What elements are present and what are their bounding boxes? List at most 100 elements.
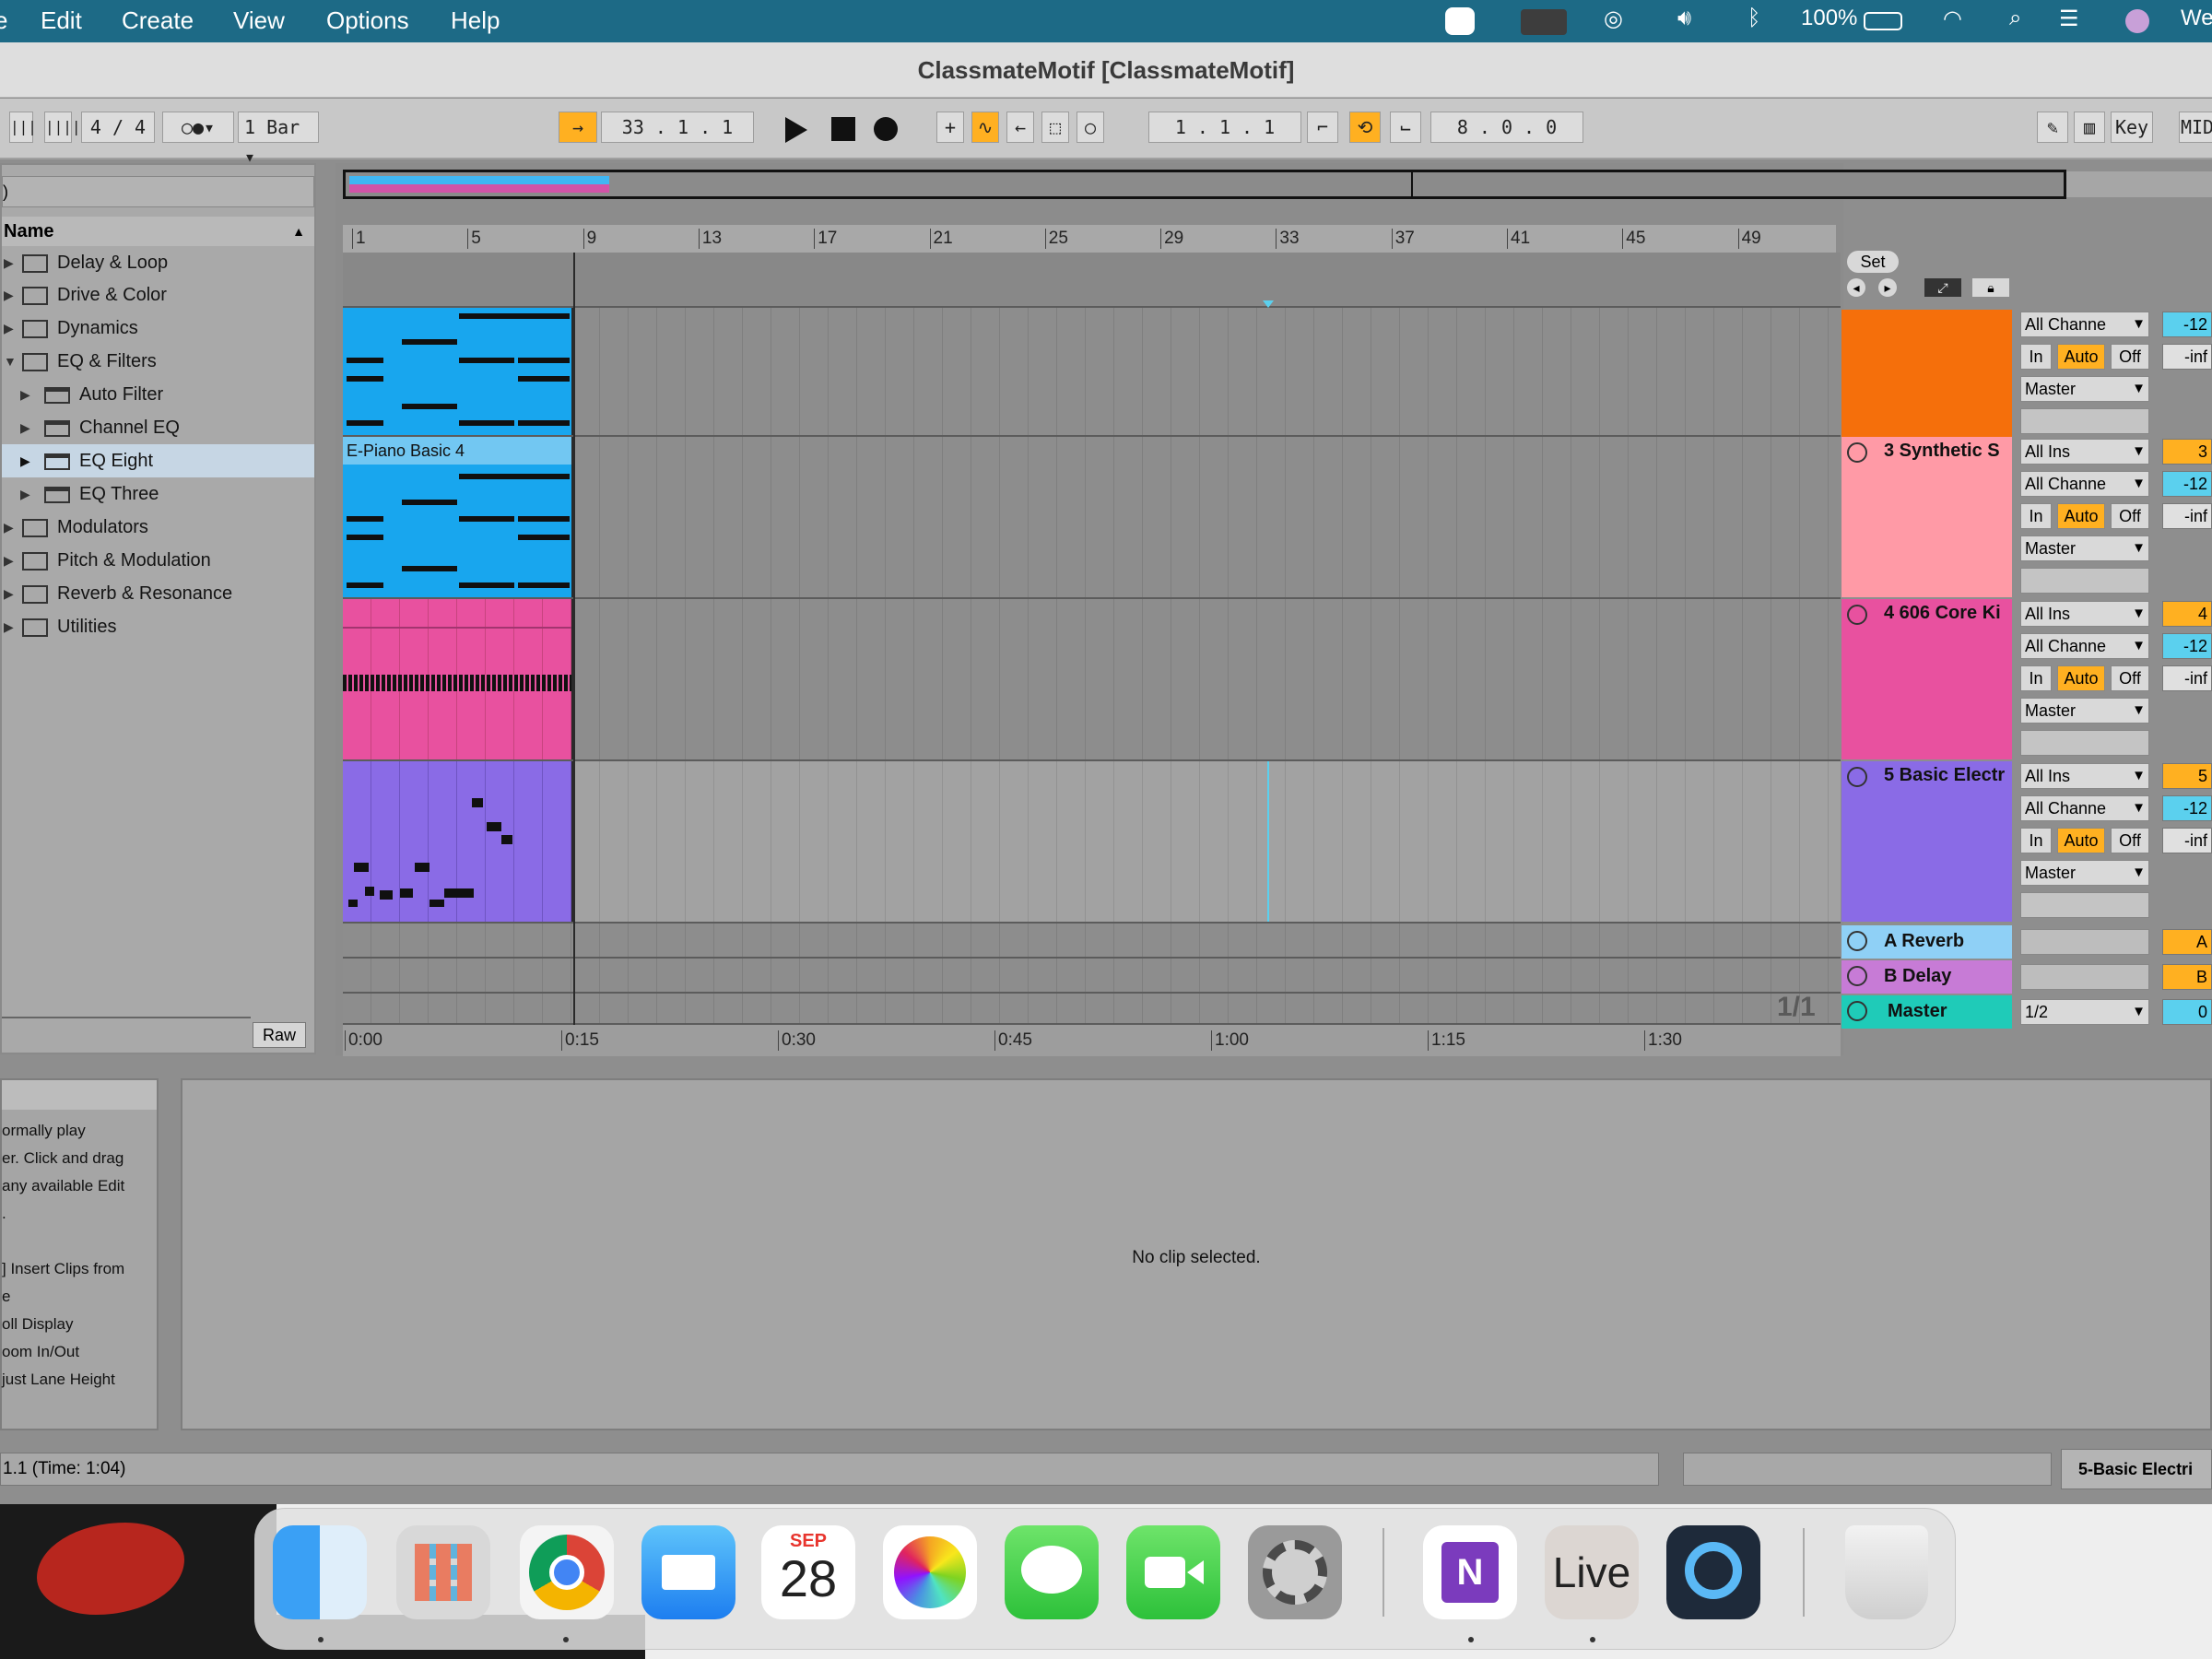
output-channel-menu[interactable]	[2020, 892, 2149, 918]
browser-search[interactable]: )	[2, 176, 314, 207]
record-button[interactable]	[874, 117, 898, 141]
monitor-in-button[interactable]: In	[2020, 503, 2052, 529]
output-channel-menu[interactable]	[2020, 730, 2149, 756]
quantize-menu[interactable]: 1 Bar ▾	[238, 112, 319, 168]
return-activator[interactable]: B	[2162, 964, 2212, 990]
fold-icon[interactable]	[1847, 767, 1867, 787]
time-signature[interactable]: 4 / 4	[81, 112, 155, 143]
beat-ruler[interactable]: 1 5 9 13 17 21 25 29 33 37 41 45 49	[343, 225, 1836, 253]
master-lane[interactable]: 1/1	[343, 992, 1841, 1025]
output-channel-menu[interactable]	[2020, 408, 2149, 434]
browser-item[interactable]: ▼ EQ & Filters	[2, 345, 314, 378]
calendar-icon[interactable]: SEP 28	[761, 1525, 855, 1619]
fold-icon[interactable]	[1847, 931, 1867, 951]
system-preferences-icon[interactable]	[1248, 1525, 1342, 1619]
browser-item[interactable]: ▶ Pitch & Modulation	[2, 544, 314, 577]
loop-length[interactable]: 8 . 0 . 0	[1430, 112, 1583, 143]
return-output-slot[interactable]	[2020, 929, 2149, 955]
menu-create[interactable]: Create	[122, 6, 194, 35]
back-to-arrangement-button[interactable]: ←	[1006, 112, 1034, 143]
clock-text[interactable]: We	[2181, 6, 2212, 31]
overdub-button[interactable]: +	[936, 112, 964, 143]
monitor-auto-button[interactable]: Auto	[2057, 344, 2105, 370]
metronome-toggle[interactable]: ○●▾	[162, 112, 234, 143]
punch-out-button[interactable]: ⌙	[1390, 112, 1421, 143]
session-record-button[interactable]: ○	[1077, 112, 1104, 143]
browser-item[interactable]: ▶ Reverb & Resonance	[2, 577, 314, 610]
automation-arm-button[interactable]: ∿	[971, 112, 999, 143]
input-channel-menu[interactable]: All Channe ▼	[2020, 471, 2149, 497]
menu-help[interactable]: Help	[451, 6, 500, 35]
browser-name-header[interactable]: Name ▲	[2, 217, 314, 246]
output-menu[interactable]: Master ▼	[2020, 376, 2149, 402]
return-activator[interactable]: A	[2162, 929, 2212, 955]
monitor-auto-button[interactable]: Auto	[2057, 665, 2105, 691]
return-lane-a[interactable]	[343, 924, 1841, 959]
master-volume[interactable]: 0	[2162, 999, 2212, 1025]
quicktime-icon[interactable]	[1666, 1525, 1760, 1619]
capture-button[interactable]: ⬚	[1041, 112, 1069, 143]
track-activator[interactable]: 5	[2162, 763, 2212, 789]
fold-icon[interactable]	[1847, 442, 1867, 463]
monitor-off-button[interactable]: Off	[2111, 665, 2149, 691]
master-output-menu[interactable]: 1/2 ▼	[2020, 999, 2149, 1025]
siri-icon[interactable]	[2125, 9, 2149, 33]
track-header[interactable]	[1841, 310, 2012, 437]
expanded-arrow-icon[interactable]: ▼	[4, 345, 17, 378]
collapsed-arrow-icon[interactable]: ▶	[20, 477, 30, 511]
zoom-fit-icon[interactable]: ⤢	[1924, 278, 1961, 297]
next-locator-icon[interactable]: ▸	[1878, 278, 1897, 297]
collapsed-arrow-icon[interactable]: ▶	[4, 312, 14, 345]
track-lane-4[interactable]	[343, 761, 1841, 924]
browser-item[interactable]: ▶ Channel EQ	[2, 411, 314, 444]
collapsed-arrow-icon[interactable]: ▶	[20, 444, 30, 477]
browser-item[interactable]: ▶ Dynamics	[2, 312, 314, 345]
key-map-button[interactable]: Key	[2111, 112, 2153, 143]
prev-locator-icon[interactable]: ◂	[1847, 278, 1865, 297]
draw-mode-icon[interactable]: ✎	[2037, 112, 2068, 143]
ableton-live-icon[interactable]: Live	[1545, 1525, 1639, 1619]
finder-icon[interactable]	[273, 1525, 367, 1619]
collapsed-arrow-icon[interactable]: ▶	[4, 544, 14, 577]
return-track-header[interactable]: A Reverb	[1841, 925, 2012, 959]
drum-clip[interactable]	[343, 599, 573, 759]
midi-map-button[interactable]: MID	[2179, 112, 2212, 143]
return-track-header[interactable]: B Delay	[1841, 960, 2012, 994]
trash-icon[interactable]	[1845, 1525, 1928, 1619]
track-activator[interactable]: 3	[2162, 439, 2212, 465]
monitor-off-button[interactable]: Off	[2111, 344, 2149, 370]
tap-icon[interactable]: |||	[9, 112, 37, 143]
track-lane-3[interactable]	[343, 599, 1841, 761]
punch-in-button[interactable]: ⌐	[1307, 112, 1338, 143]
chrome-icon[interactable]	[520, 1525, 614, 1619]
raw-button[interactable]: Raw	[253, 1022, 306, 1048]
monitor-in-button[interactable]: In	[2020, 665, 2052, 691]
track-volume[interactable]: -12	[2162, 471, 2212, 497]
monitor-auto-button[interactable]: Auto	[2057, 828, 2105, 853]
collapsed-arrow-icon[interactable]: ▶	[20, 411, 30, 444]
browser-item[interactable]: ▶ Modulators	[2, 511, 314, 544]
return-lane-b[interactable]	[343, 959, 1841, 994]
input-type-menu[interactable]: All Ins ▼	[2020, 601, 2149, 627]
collapsed-arrow-icon[interactable]: ▶	[20, 378, 30, 411]
overview-bar[interactable]	[343, 170, 2066, 199]
app-menu-partial[interactable]: e	[0, 6, 7, 35]
wifi-sharing-icon[interactable]: ◎	[1604, 6, 1623, 32]
input-type-menu[interactable]: All Ins ▼	[2020, 763, 2149, 789]
monitor-in-button[interactable]: In	[2020, 828, 2052, 853]
input-channel-menu[interactable]: All Channe ▼	[2020, 795, 2149, 821]
stop-button[interactable]	[831, 117, 855, 141]
monitor-off-button[interactable]: Off	[2111, 503, 2149, 529]
track-lane-1[interactable]	[343, 308, 1841, 437]
input-channel-menu[interactable]: All Channe ▼	[2020, 312, 2149, 337]
monitor-in-button[interactable]: In	[2020, 344, 2052, 370]
fold-icon[interactable]	[1847, 1001, 1867, 1021]
track-volume[interactable]: -12	[2162, 312, 2212, 337]
menu-edit[interactable]: Edit	[41, 6, 82, 35]
loop-start[interactable]: 1 . 1 . 1	[1148, 112, 1301, 143]
collapsed-arrow-icon[interactable]: ▶	[4, 278, 14, 312]
status-app-icon[interactable]	[1445, 7, 1475, 35]
browser-item[interactable]: ▶ EQ Eight	[2, 444, 314, 477]
messages-icon[interactable]	[1005, 1525, 1099, 1619]
facetime-icon[interactable]	[1126, 1525, 1220, 1619]
